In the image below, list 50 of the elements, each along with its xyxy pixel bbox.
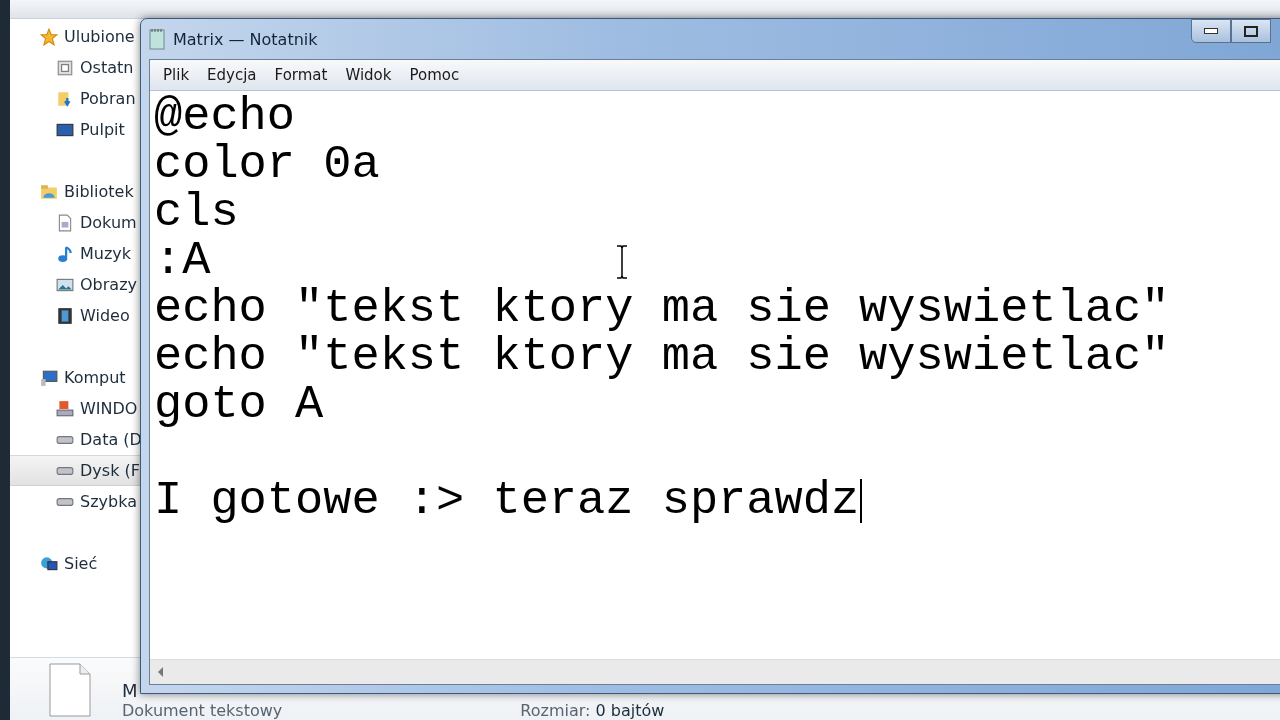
- minimize-icon: [1204, 28, 1218, 34]
- notepad-icon: [149, 28, 165, 50]
- sidebar-item[interactable]: Ulubione: [10, 21, 140, 52]
- film-icon: [56, 306, 74, 325]
- text-editor[interactable]: @echo color 0a cls :A echo "tekst ktory ma sie wyswietlac" echo "tekst ktory ma sie wyswietlac" goto A I gotowe :> teraz sprawdz: [150, 91, 1280, 659]
- document-icon: [56, 213, 74, 232]
- code-line: goto A: [154, 381, 324, 429]
- windows-drive-icon: [56, 399, 74, 418]
- sidebar-item[interactable]: Wideo: [10, 300, 140, 331]
- code-line: @echo: [154, 93, 296, 141]
- code-line: cls: [154, 189, 239, 237]
- window-title: Matrix — Notatnik: [173, 29, 318, 49]
- sidebar-item[interactable]: Dysk (F: [10, 455, 140, 486]
- sidebar-item[interactable]: Dokum: [10, 207, 140, 238]
- sidebar-item[interactable]: Obrazy: [10, 269, 140, 300]
- minimize-button[interactable]: [1191, 19, 1231, 43]
- music-note-icon: [56, 244, 74, 263]
- menu-item[interactable]: Plik: [154, 64, 199, 86]
- sidebar-item[interactable]: Sieć: [10, 548, 140, 579]
- code-line: :A: [154, 237, 211, 285]
- menu-item[interactable]: Widok: [336, 64, 401, 86]
- sidebar-item[interactable]: WINDO: [10, 393, 140, 424]
- menu-item[interactable]: Format: [265, 64, 337, 86]
- horizontal-scrollbar[interactable]: [150, 659, 1280, 684]
- menu-item[interactable]: Edycja: [198, 64, 266, 86]
- file-size: Rozmiar: 0 bajtów: [520, 701, 665, 720]
- maximize-icon: [1244, 25, 1258, 37]
- monitor-icon: [40, 368, 58, 387]
- menu-item[interactable]: Pomoc: [400, 64, 469, 86]
- code-line: echo "tekst ktory ma sie wyswietlac": [154, 285, 1170, 333]
- sidebar-item[interactable]: Komput: [10, 362, 140, 393]
- sidebar-item[interactable]: Pobran: [10, 83, 140, 114]
- sidebar-item[interactable]: Ostatn: [10, 52, 140, 83]
- sidebar-item[interactable]: Bibliotek: [10, 176, 140, 207]
- file-icon: [46, 662, 94, 718]
- star-icon: [40, 27, 58, 46]
- maximize-button[interactable]: [1231, 19, 1271, 43]
- sidebar-item[interactable]: Pulpit: [10, 114, 140, 145]
- sidebar-item[interactable]: Muzyk: [10, 238, 140, 269]
- code-line: I gotowe :> teraz sprawdz: [154, 477, 860, 525]
- globe-icon: [40, 554, 58, 573]
- folder-icon: [40, 182, 58, 201]
- sidebar-item[interactable]: Szybka: [10, 486, 140, 517]
- code-line: echo "tekst ktory ma sie wyswietlac": [154, 333, 1170, 381]
- scroll-left-icon: [158, 667, 164, 677]
- code-line: color 0a: [154, 141, 380, 189]
- file-type: Dokument tekstowy: [122, 701, 283, 720]
- file-name: M: [122, 680, 138, 701]
- sidebar-item[interactable]: Data (D: [10, 424, 140, 455]
- text-cursor-icon: [616, 245, 628, 279]
